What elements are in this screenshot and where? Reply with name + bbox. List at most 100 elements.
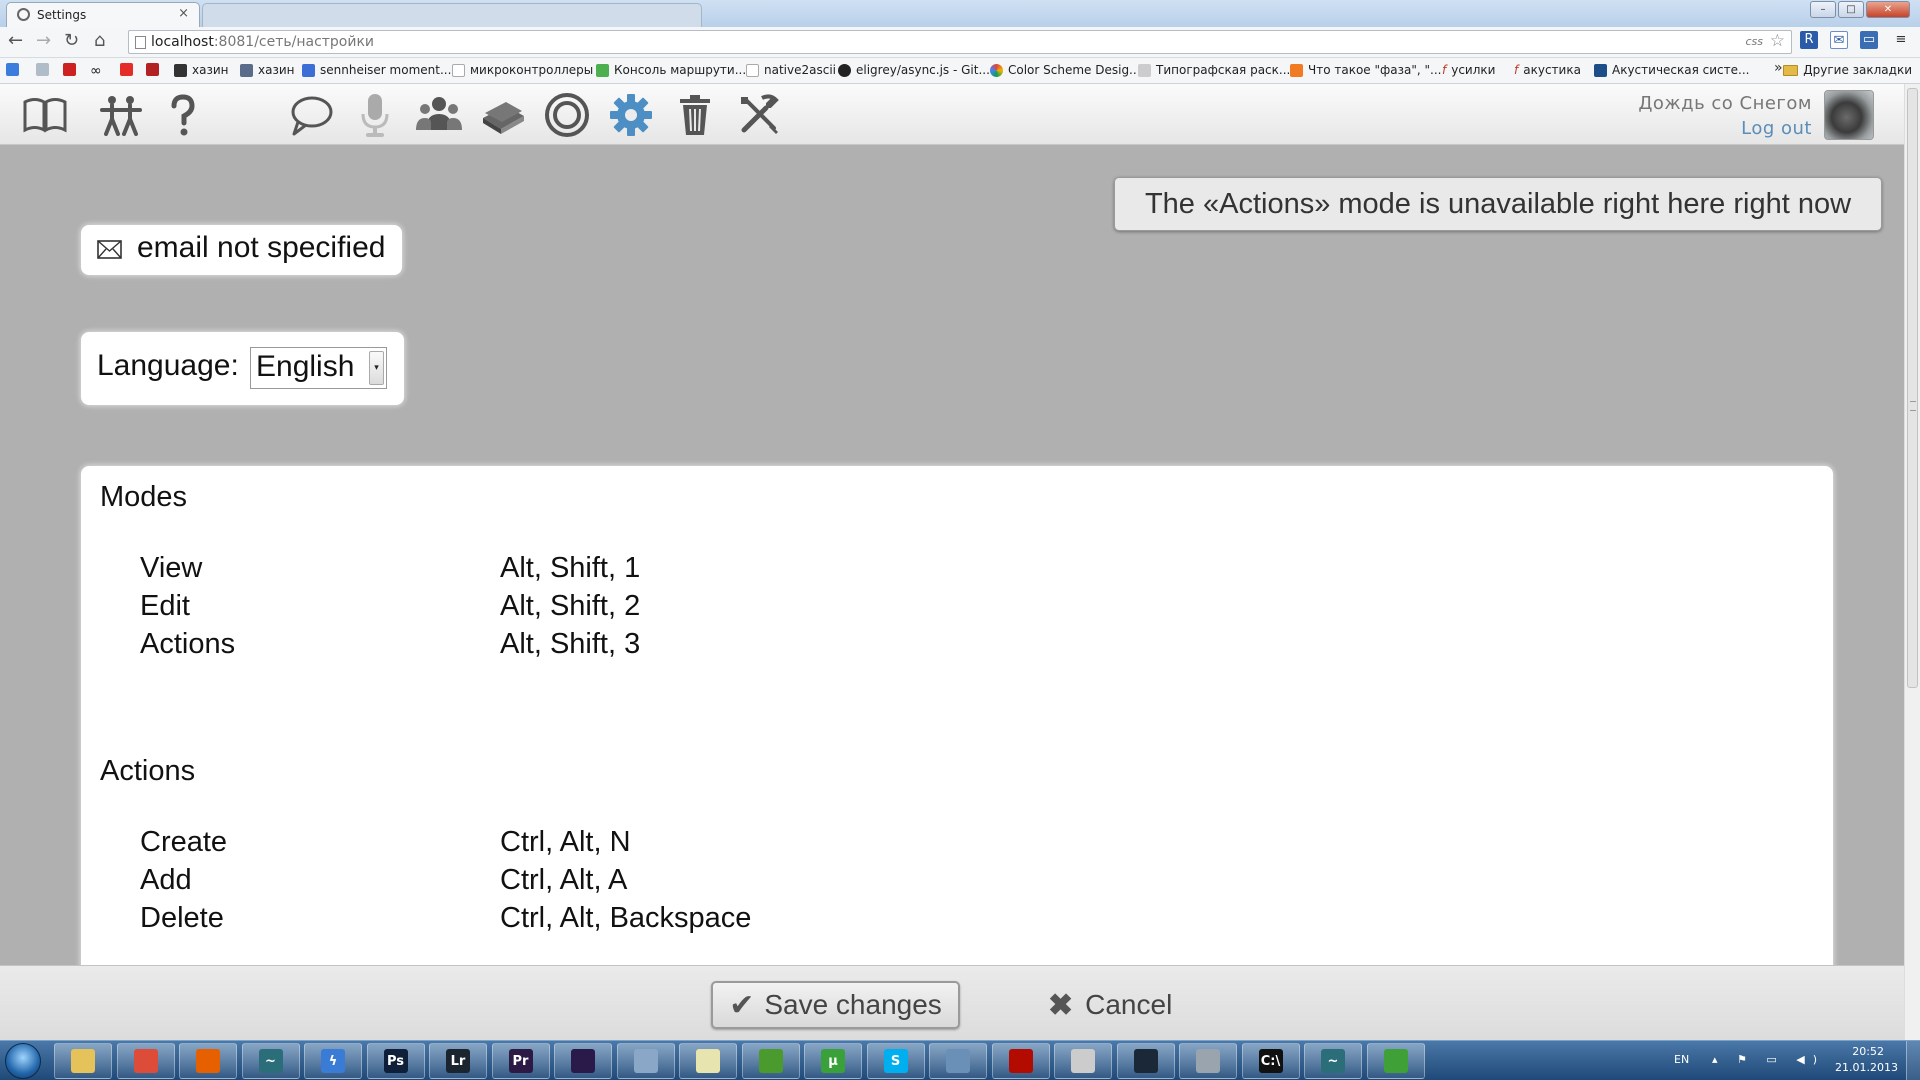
bookmark-item[interactable]: Что такое "фаза", "... — [1290, 63, 1441, 77]
taskbar-app[interactable] — [554, 1043, 612, 1079]
hotkey-row: Edit Alt, Shift, 2 — [140, 590, 1140, 628]
taskbar-app[interactable]: C:\ — [1241, 1043, 1300, 1079]
group-icon[interactable] — [414, 91, 464, 139]
microphone-icon[interactable] — [350, 91, 400, 139]
email-status[interactable]: email not specified — [137, 231, 385, 265]
bookmark-item[interactable]: Акустическая систе... — [1594, 63, 1749, 77]
css-extension-badge[interactable]: css — [1745, 35, 1763, 48]
rss-extension-icon[interactable]: R — [1800, 31, 1818, 49]
other-bookmarks-folder[interactable]: Другие закладки — [1783, 63, 1912, 77]
taskbar-app[interactable] — [616, 1043, 675, 1079]
bookmark-item[interactable]: f акустика — [1514, 63, 1581, 77]
taskbar-app[interactable]: ~ — [241, 1043, 300, 1079]
address-bar[interactable]: localhost:8081/сеть/настройки css ☆ — [128, 30, 1792, 54]
window-extension-icon[interactable]: ▭ — [1860, 31, 1878, 49]
save-changes-button[interactable]: ✔ Save changes — [711, 981, 960, 1029]
bookmark-item[interactable]: native2ascii — [746, 63, 836, 77]
taskbar-app[interactable]: ϟ — [304, 1043, 362, 1079]
taskbar-app[interactable] — [741, 1043, 800, 1079]
bookmark-item[interactable]: хазин — [174, 63, 228, 77]
bookmark-item[interactable]: sennheiser moment... — [302, 63, 451, 77]
page-scrollbar[interactable] — [1904, 84, 1920, 1040]
hotkey-keys[interactable]: Alt, Shift, 2 — [500, 590, 640, 623]
bookmark-red-icon[interactable] — [146, 63, 159, 76]
minimize-button[interactable]: – — [1810, 1, 1836, 18]
bookmark-item[interactable]: Типографская раск... — [1138, 63, 1290, 77]
library-icon[interactable] — [478, 91, 528, 139]
back-arrow-icon[interactable]: ← — [8, 30, 23, 51]
clock-date[interactable]: 21.01.2013 — [1835, 1061, 1898, 1074]
taskbar-app[interactable] — [116, 1043, 175, 1079]
language-select[interactable]: English ▾ — [250, 347, 387, 389]
taskbar-app[interactable]: S — [866, 1043, 925, 1079]
maximize-button[interactable]: □ — [1838, 1, 1864, 18]
bookmark-youtube-icon[interactable] — [120, 63, 133, 76]
hotkey-keys[interactable]: Ctrl, Alt, A — [500, 864, 627, 897]
input-language[interactable]: EN — [1674, 1053, 1689, 1066]
close-window-button[interactable]: ✕ — [1866, 1, 1910, 18]
bookmark-item[interactable]: Консоль маршрути... — [596, 63, 746, 77]
steam-icon — [1133, 1049, 1158, 1073]
tab-background[interactable] — [202, 3, 702, 27]
taskbar-app[interactable] — [179, 1043, 237, 1079]
bookmark-star-icon[interactable]: ☆ — [1770, 31, 1785, 51]
taskbar-app[interactable]: ~ — [1304, 1043, 1362, 1079]
logout-link[interactable]: Log out — [1741, 118, 1812, 139]
bookmark-h-icon[interactable] — [36, 63, 49, 76]
target-icon[interactable] — [542, 91, 592, 139]
bookmark-item[interactable]: eligrey/async.js - Git... — [838, 63, 990, 77]
dreamweaver-icon: ~ — [258, 1049, 283, 1073]
reload-icon[interactable]: ↻ — [64, 30, 79, 51]
taskbar-app[interactable] — [54, 1043, 112, 1079]
cross-icon: ✖ — [1048, 988, 1074, 1022]
taskbar-app[interactable] — [1116, 1043, 1175, 1079]
taskbar-app[interactable] — [1366, 1043, 1425, 1079]
bookmark-infinity-icon[interactable]: ∞ — [90, 63, 102, 79]
bookmark-g-icon[interactable] — [6, 63, 19, 76]
bookmarks-bar: ∞ хазин хазин sennheiser moment... микро… — [0, 58, 1920, 84]
hotkey-keys[interactable]: Ctrl, Alt, N — [500, 826, 631, 859]
tray-icons[interactable]: ▴ ⚑ ▭ ◀) — [1712, 1053, 1825, 1066]
help-icon[interactable] — [158, 91, 208, 139]
mail-extension-icon[interactable]: ✉ — [1830, 31, 1848, 49]
people-icon[interactable] — [96, 91, 146, 139]
clock-time[interactable]: 20:52 — [1852, 1045, 1884, 1058]
taskbar-app[interactable]: Ps — [366, 1043, 425, 1079]
forward-arrow-icon[interactable]: → — [36, 30, 51, 51]
dropdown-arrow-icon[interactable]: ▾ — [369, 351, 384, 385]
book-icon[interactable] — [20, 91, 70, 139]
taskbar-app[interactable]: µ — [804, 1043, 862, 1079]
taskbar-app[interactable] — [991, 1043, 1050, 1079]
bookmark-item[interactable]: микроконтроллеры — [452, 63, 593, 77]
comment-icon[interactable] — [286, 91, 336, 139]
trash-icon[interactable] — [670, 91, 720, 139]
avatar[interactable] — [1824, 90, 1874, 140]
show-desktop-button[interactable] — [1906, 1041, 1920, 1080]
tab-favicon-icon — [17, 8, 30, 21]
tab-close-icon[interactable]: × — [178, 6, 189, 21]
bookmark-item[interactable]: хазин — [240, 63, 294, 77]
hotkey-keys[interactable]: Alt, Shift, 1 — [500, 552, 640, 585]
window-controls: – □ ✕ — [1810, 1, 1910, 18]
scrollbar-thumb[interactable] — [1907, 88, 1918, 688]
settings-gear-icon[interactable] — [606, 91, 656, 139]
home-icon[interactable]: ⌂ — [94, 30, 105, 51]
hotkey-name: Actions — [140, 628, 236, 660]
menu-icon[interactable]: ≡ — [1892, 31, 1910, 49]
start-button[interactable] — [5, 1043, 41, 1079]
tools-icon[interactable] — [734, 91, 784, 139]
tab-settings[interactable]: Settings × — [6, 2, 200, 27]
bookmark-pp-icon[interactable] — [63, 63, 76, 76]
bookmarks-overflow-chevron[interactable]: » — [1774, 60, 1783, 76]
taskbar-app[interactable]: Pr — [491, 1043, 550, 1079]
bookmark-item[interactable]: Color Scheme Desig... — [990, 63, 1141, 77]
bookmark-item[interactable]: f усилки — [1442, 63, 1495, 77]
taskbar-app[interactable] — [1179, 1043, 1237, 1079]
hotkey-keys[interactable]: Alt, Shift, 3 — [500, 628, 640, 661]
taskbar-app[interactable] — [1054, 1043, 1112, 1079]
taskbar-app[interactable] — [679, 1043, 737, 1079]
taskbar-app[interactable]: Lr — [429, 1043, 487, 1079]
hotkey-keys[interactable]: Ctrl, Alt, Backspace — [500, 902, 751, 935]
cancel-button[interactable]: ✖ Cancel — [1048, 983, 1172, 1027]
taskbar-app[interactable] — [929, 1043, 987, 1079]
